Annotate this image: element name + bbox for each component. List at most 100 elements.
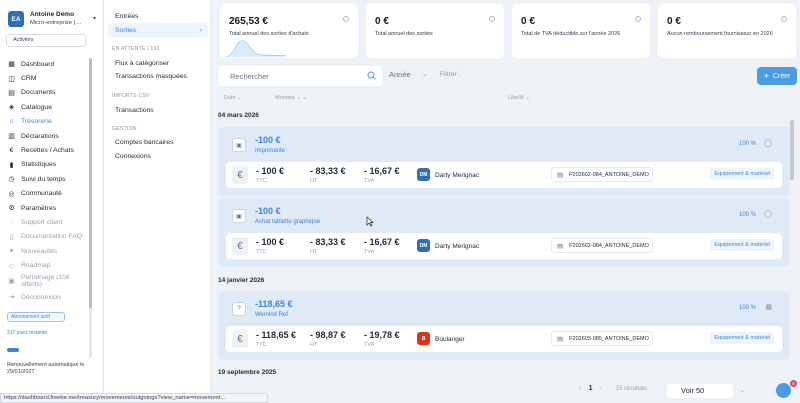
euro-icon: € <box>232 166 248 184</box>
transaction-detail-row[interactable]: € - 100 € TTC - 83,33 € HT - 16,67 € TVA DM Dart… <box>226 162 782 188</box>
kpi-label: Aucun remboursement fournisseur en 2026 <box>667 31 773 37</box>
kpi-value: 0 € <box>375 16 389 27</box>
document-reference-label: F202603-085_ANTOINE_DEMO <box>569 335 649 342</box>
per-page-select[interactable]: Voir 50 <box>667 384 733 398</box>
transaction-detail-row[interactable]: € - 100 € TTC - 83,33 € HT - 16,67 € TVA DM Dart… <box>226 233 782 259</box>
info-icon[interactable]: i <box>343 16 349 22</box>
transaction-detail-row[interactable]: € - 118,65 € TTC - 98,87 € HT - 19,78 € TVA B Bo… <box>226 326 782 352</box>
help-chat-button[interactable] <box>776 383 791 398</box>
vendor-logo: DM <box>417 168 430 181</box>
category-badge[interactable]: Equipement & matériel <box>710 332 774 344</box>
sidebar-secondary-item-2[interactable]: ▯ Documentation FAQ <box>7 230 91 244</box>
label-tva: TVA <box>364 342 375 348</box>
sidebar-item-label: Paramètres <box>21 204 57 212</box>
kpi-card-purchases: 265,53 € Total annuel des sorties d'acha… <box>220 4 358 58</box>
subscription-button[interactable]: Abonnement actif <box>7 312 65 322</box>
document-icon: ▤ <box>557 335 564 343</box>
gestion-heading: GESTION <box>112 126 137 132</box>
transaction-amount: -100 € <box>255 135 281 145</box>
clock-icon: ◷ <box>8 176 15 184</box>
transaction-card[interactable]: ? -118,65 € Wemind Ref 100 % ▦ € - 118,65 € TTC… <box>218 291 790 360</box>
treasury-submenu: Entrées Sorties › EN ATTENTE | 193 Flux … <box>104 0 211 403</box>
activity-selector[interactable]: Activités <box>6 34 86 47</box>
transaction-title: Wemind Ref <box>255 312 288 318</box>
sidebar-secondary-item-1[interactable]: ◌ Support client <box>7 215 91 229</box>
document-reference[interactable]: ▤ F202602-084_ANTOINE_DEMO <box>551 167 653 182</box>
column-label[interactable]: Libellé ⌄ <box>508 95 530 101</box>
sidebar-item-9[interactable]: ◷ Suivi du temps <box>7 172 91 186</box>
submenu-entries[interactable]: Entrées <box>115 13 138 20</box>
year-select[interactable]: Année <box>389 70 411 79</box>
column-date[interactable]: Date ⌄ <box>224 95 242 101</box>
document-icon: ▤ <box>557 171 564 179</box>
user-icon[interactable]: ◯ <box>764 210 772 218</box>
sidebar-secondary-item-4[interactable]: ◇ Roadmap <box>7 258 91 272</box>
info-icon[interactable]: i <box>489 16 495 22</box>
transaction-card[interactable]: ▣ -100 € Imprimante 100 % ◯ € - 100 € TTC - 83,3… <box>218 127 790 196</box>
browser-status-url: https://dashboard.freebe.me/treasury/mov… <box>0 393 268 403</box>
image-icon: ▣ <box>232 138 246 152</box>
vendor-name[interactable]: Darty Merignac <box>435 243 479 250</box>
bank-icon: ⌂ <box>9 118 14 126</box>
vendor-name[interactable]: Boulanger <box>435 336 465 343</box>
account-switcher[interactable]: EA Antoine Démo Micro-entreprise | ... ▾ <box>8 9 100 29</box>
kpi-card-refunds: 0 € Aucun remboursement fournisseur en 2… <box>658 4 796 58</box>
submenu-hidden[interactable]: Transactions masquées <box>115 73 187 80</box>
chevron-down-icon: ▾ <box>92 16 96 22</box>
next-page-button[interactable]: › <box>600 386 602 392</box>
submenu-to-categorize[interactable]: Flux à catégoriser <box>115 60 169 67</box>
search-input[interactable]: Rechercher <box>218 66 382 86</box>
transaction-card[interactable]: ▣ -100 € Achat tablette graphique 100 % ◯ € - … <box>218 198 790 267</box>
info-icon[interactable]: i <box>781 16 787 22</box>
account-name: Antoine Démo <box>30 11 75 18</box>
sidebar-secondary-item-3[interactable]: ✦ Nouveautés <box>7 244 91 258</box>
sidebar-item-4[interactable]: ◈ Catalogue <box>7 100 91 114</box>
category-badge[interactable]: Equipement & matériel <box>710 168 774 180</box>
category-badge[interactable]: Equipement & matériel <box>710 239 774 251</box>
create-button[interactable]: + Créer <box>757 67 797 85</box>
document-reference[interactable]: ▤ F202602-084_ANTOINE_DEMO <box>551 238 653 253</box>
submenu-transactions[interactable]: Transactions <box>115 107 154 114</box>
content-scrollbar[interactable] <box>790 120 794 180</box>
submenu-outgoing[interactable]: Sorties <box>115 27 136 34</box>
main-sidebar: EA Antoine Démo Micro-entreprise | ... ▾… <box>0 0 103 403</box>
sidebar-item-1[interactable]: ▦ Dashboard <box>7 57 91 71</box>
pagination: ‹ 1 › 15 résultats <box>579 385 647 392</box>
kpi-label: Total de TVA déductible sur l'année 2026 <box>521 31 621 37</box>
subscription-progress <box>7 348 19 352</box>
submenu-bank-accounts[interactable]: Comptes bancaires <box>115 139 174 146</box>
filter-label: Filtrer <box>440 71 457 78</box>
sidebar-item-5[interactable]: ⌂ Trésorerie <box>7 115 91 129</box>
sidebar-secondary-item-5[interactable]: ▣ Parrainage (15€ offerts) <box>7 273 91 290</box>
vendor-logo: B <box>417 332 430 345</box>
sidebar-item-2[interactable]: ◫ CRM <box>7 71 91 85</box>
document-reference-label: F202602-084_ANTOINE_DEMO <box>569 171 649 178</box>
sidebar-item-3[interactable]: ▤ Documents <box>7 86 91 100</box>
sidebar-item-6[interactable]: ▥ Déclarations <box>7 129 91 143</box>
submenu-connections[interactable]: Connexions <box>115 153 151 160</box>
calendar-icon[interactable]: ▦ <box>765 303 772 311</box>
sidebar-item-7[interactable]: € Recettes / Achats <box>7 143 91 157</box>
sidebar-scrollbar[interactable] <box>89 58 92 358</box>
vendor-name[interactable]: Darty Merignac <box>435 172 479 179</box>
sidebar-item-label: Documents <box>21 89 56 97</box>
document-reference-label: F202602-084_ANTOINE_DEMO <box>569 242 649 249</box>
document-reference[interactable]: ▤ F202603-085_ANTOINE_DEMO <box>551 331 653 346</box>
user-icon[interactable]: ◯ <box>764 139 772 147</box>
sidebar-secondary-item-6[interactable]: ⇥ Déconnexion <box>7 290 91 304</box>
column-amount[interactable]: Montant ⌄ ⌄ <box>275 95 307 101</box>
sliders-icon: ⫶ <box>458 71 461 78</box>
amount-tva: - 19,78 € <box>364 330 400 340</box>
current-page[interactable]: 1 <box>589 385 593 392</box>
prev-page-button[interactable]: ‹ <box>579 386 581 392</box>
results-count: 15 résultats <box>615 386 647 392</box>
filter-button[interactable]: Filtrer ⫶ <box>440 71 460 79</box>
sidebar-item-10[interactable]: ◎ Communauté <box>7 187 91 201</box>
sidebar-item-11[interactable]: ⚙ Paramètres <box>7 201 91 215</box>
sidebar-item-8[interactable]: ▮ Statistiques <box>7 158 91 172</box>
amount-tva: - 16,67 € <box>364 237 400 247</box>
sidebar-item-label: Nouveautés <box>21 247 58 255</box>
info-icon[interactable]: i <box>635 16 641 22</box>
kpi-label: Total annuel des sorties d'achats <box>229 31 309 37</box>
vendor-logo: DM <box>417 239 430 252</box>
